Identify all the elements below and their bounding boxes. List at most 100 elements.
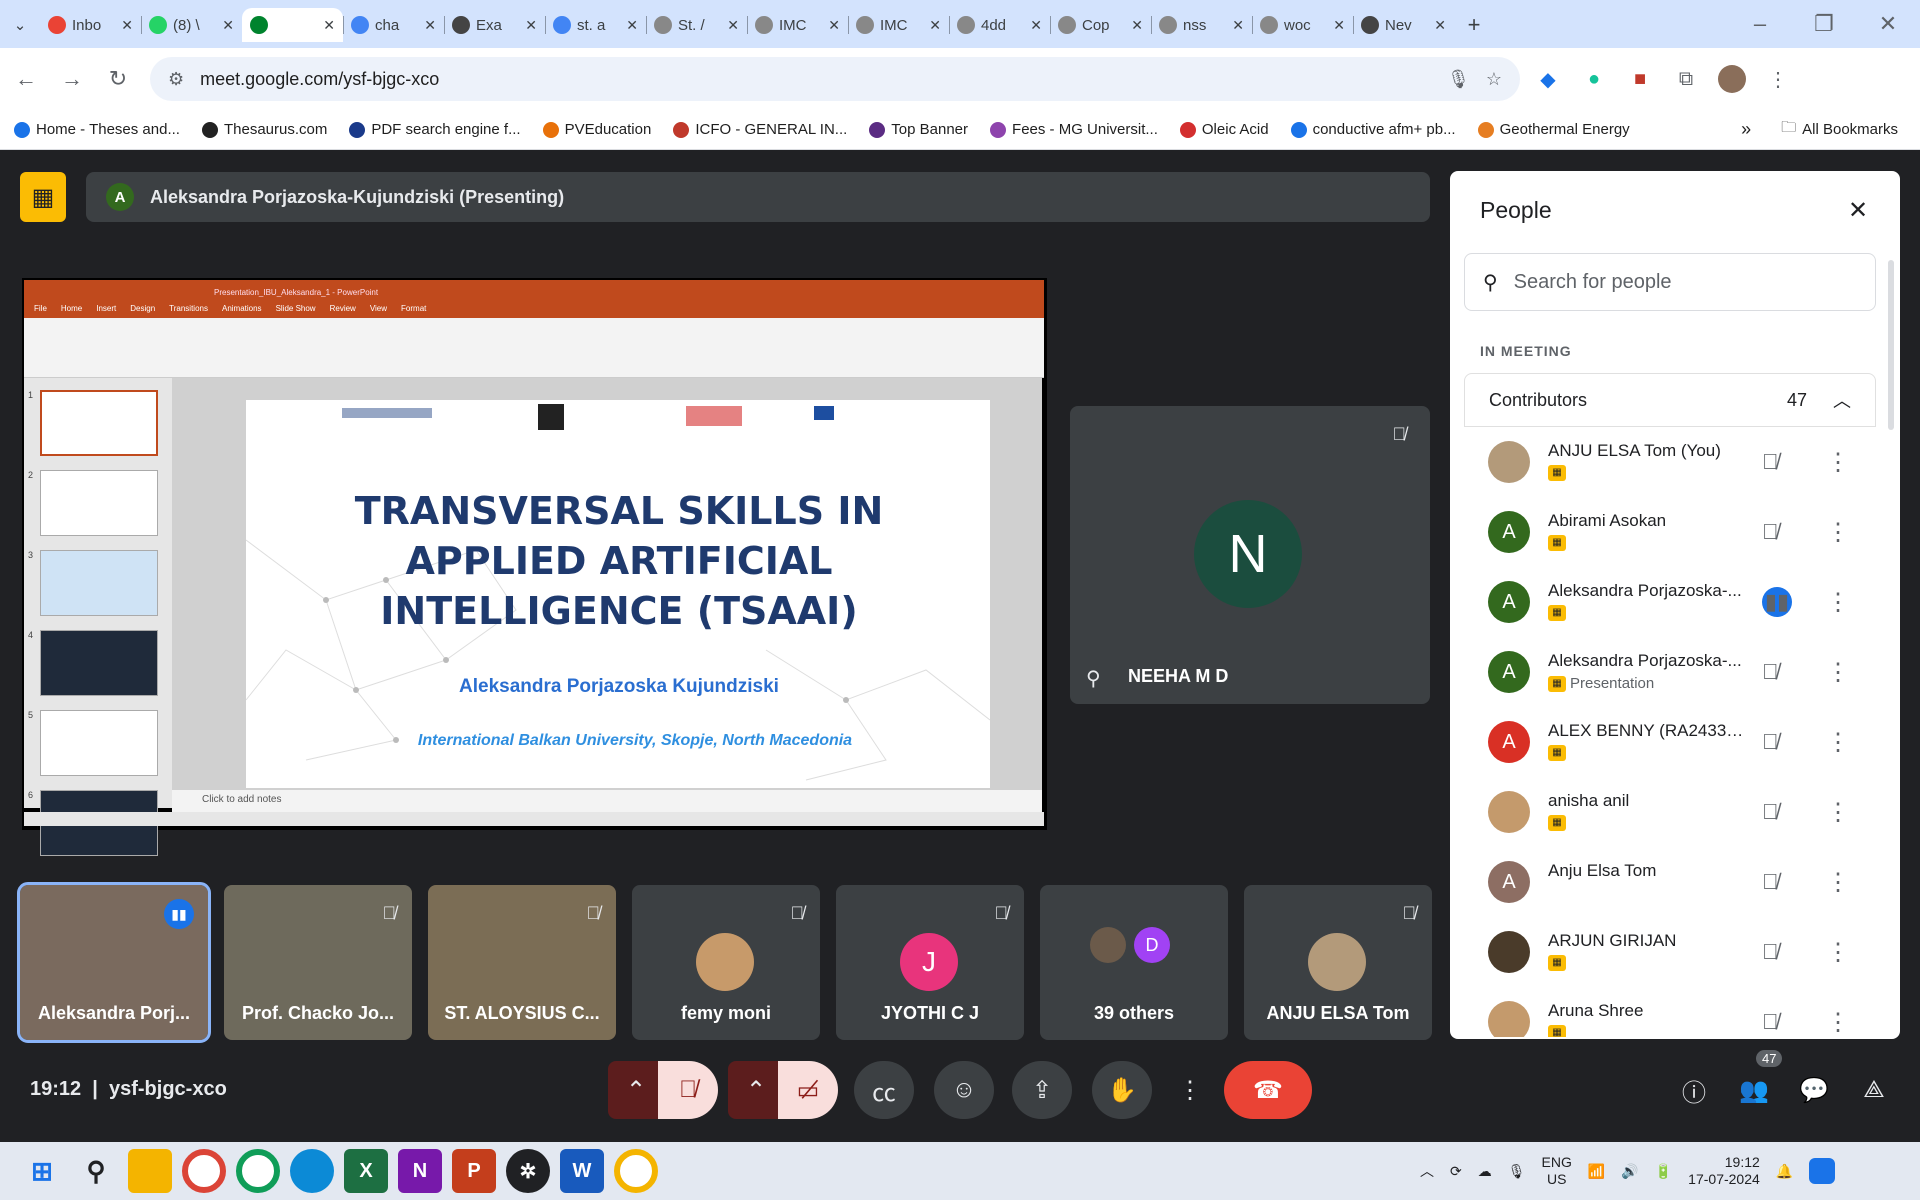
file-explorer-icon[interactable]: [128, 1149, 172, 1193]
participant-tile[interactable]: 🎙̸ J JYOTHI C J: [836, 885, 1024, 1040]
participant-row[interactable]: Aruna Shree ▦ 🎙̸ ⋮: [1464, 987, 1876, 1037]
mic-tray-icon[interactable]: 🎙: [1508, 1163, 1526, 1180]
participant-tile[interactable]: 🎙̸ femy moni: [632, 885, 820, 1040]
bookmark-item[interactable]: Fees - MG Universit...: [990, 121, 1158, 138]
meeting-details-icon[interactable]: ⓘ: [1674, 1070, 1714, 1110]
mendeley-icon[interactable]: ■: [1622, 61, 1658, 97]
participant-row[interactable]: A ALEX BENNY (RA243301... ▦ 🎙̸ ⋮: [1464, 707, 1876, 777]
activities-icon[interactable]: ⟁: [1854, 1070, 1894, 1110]
browser-tab[interactable]: IMC ✕: [848, 8, 949, 42]
tab-close-icon[interactable]: ✕: [1030, 17, 1042, 34]
site-info-icon[interactable]: ⚙: [168, 69, 184, 90]
more-options-icon[interactable]: ⋮: [1826, 658, 1850, 687]
chevron-up-tray-icon[interactable]: ︿: [1420, 1161, 1434, 1181]
raise-hand-button[interactable]: ✋: [1092, 1061, 1152, 1119]
tab-list-button[interactable]: ⌄: [0, 8, 40, 42]
more-options-icon[interactable]: ⋮: [1826, 448, 1850, 477]
browser-tab[interactable]: woc ✕: [1252, 8, 1353, 42]
browser-tab[interactable]: (8) \ ✕: [141, 8, 242, 42]
battery-icon[interactable]: 🔋: [1655, 1163, 1672, 1180]
browser-tab[interactable]: Cop ✕: [1050, 8, 1151, 42]
audio-options-button[interactable]: ⌃: [608, 1061, 664, 1119]
participant-tile[interactable]: 🎙̸ ANJU ELSA Tom: [1244, 885, 1432, 1040]
more-options-icon[interactable]: ⋮: [1826, 588, 1850, 617]
minimize-icon[interactable]: –: [1740, 4, 1780, 44]
bookmark-item[interactable]: Geothermal Energy: [1477, 121, 1630, 138]
cloud-icon[interactable]: ☁: [1478, 1163, 1492, 1180]
copilot-icon[interactable]: [1809, 1158, 1836, 1184]
bookmark-item[interactable]: ICFO - GENERAL IN...: [673, 121, 847, 138]
clock[interactable]: 19:12 17-07-2024: [1688, 1154, 1760, 1188]
browser-tab[interactable]: IMC ✕: [747, 8, 848, 42]
camera-off-notice-icon[interactable]: ▦: [20, 172, 66, 222]
grammarly-icon[interactable]: ●: [1576, 61, 1612, 97]
present-button[interactable]: ⇪: [1012, 1061, 1072, 1119]
browser-tab[interactable]: cha ✕: [343, 8, 444, 42]
sync-icon[interactable]: ⟳: [1450, 1163, 1462, 1180]
captions-button[interactable]: ㏄: [854, 1061, 914, 1119]
browser-tab[interactable]: 4dd ✕: [949, 8, 1050, 42]
tab-close-icon[interactable]: ✕: [727, 17, 739, 34]
chat-icon[interactable]: 💬: [1794, 1070, 1834, 1110]
tab-close-icon[interactable]: ✕: [323, 17, 335, 34]
tab-close-icon[interactable]: ✕: [1333, 17, 1345, 34]
mic-icon[interactable]: 🎙: [1447, 69, 1470, 90]
browser-tab[interactable]: nss ✕: [1151, 8, 1252, 42]
close-window-icon[interactable]: ✕: [1868, 4, 1908, 44]
forward-icon[interactable]: →: [52, 59, 92, 99]
more-bookmarks-icon[interactable]: »: [1741, 119, 1751, 140]
more-options-button[interactable]: ⋮: [1166, 1061, 1214, 1119]
bookmark-item[interactable]: conductive afm+ pb...: [1290, 121, 1456, 138]
bookmark-item[interactable]: Home - Theses and...: [14, 121, 180, 138]
extension-icon[interactable]: ◆: [1530, 61, 1566, 97]
video-options-button[interactable]: ⌃: [728, 1061, 784, 1119]
chrome-icon[interactable]: [182, 1149, 226, 1193]
restore-icon[interactable]: ❐: [1804, 4, 1844, 44]
powerpoint-icon[interactable]: P: [452, 1149, 496, 1193]
tab-close-icon[interactable]: ✕: [1131, 17, 1143, 34]
participant-row[interactable]: A Abirami Asokan ▦ 🎙̸ ⋮: [1464, 497, 1876, 567]
search-input[interactable]: ⚲ Search for people: [1464, 253, 1876, 311]
profile-avatar[interactable]: [1714, 61, 1750, 97]
openai-icon[interactable]: ✲: [506, 1149, 550, 1193]
wifi-icon[interactable]: 📶: [1588, 1163, 1605, 1180]
more-options-icon[interactable]: ⋮: [1826, 868, 1850, 897]
participant-row[interactable]: anisha anil ▦ 🎙̸ ⋮: [1464, 777, 1876, 847]
tab-close-icon[interactable]: ✕: [424, 17, 436, 34]
onenote-icon[interactable]: N: [398, 1149, 442, 1193]
participant-row[interactable]: ARJUN GIRIJAN ▦ 🎙̸ ⋮: [1464, 917, 1876, 987]
mic-toggle-button[interactable]: 🎙̸: [658, 1061, 718, 1119]
chrome-icon-2[interactable]: [236, 1149, 280, 1193]
star-icon[interactable]: ☆: [1486, 69, 1502, 90]
volume-icon[interactable]: 🔊: [1621, 1163, 1638, 1180]
tab-close-icon[interactable]: ✕: [525, 17, 537, 34]
participant-row[interactable]: A Anju Elsa Tom 🎙̸ ⋮: [1464, 847, 1876, 917]
participant-row[interactable]: ANJU ELSA Tom (You) ▦ 🎙̸ ⋮: [1464, 427, 1876, 497]
search-taskbar-icon[interactable]: ⚲: [74, 1149, 118, 1193]
tab-close-icon[interactable]: ✕: [828, 17, 840, 34]
tab-close-icon[interactable]: ✕: [222, 17, 234, 34]
browser-tab[interactable]: Inbo ✕: [40, 8, 141, 42]
participant-tile[interactable]: 🎙̸ Prof. Chacko Jo...: [224, 885, 412, 1040]
people-icon[interactable]: 👥: [1734, 1070, 1774, 1110]
browser-tab[interactable]: ✕: [242, 8, 343, 42]
browser-tab[interactable]: Nev ✕: [1353, 8, 1454, 42]
word-icon[interactable]: W: [560, 1149, 604, 1193]
new-tab-button[interactable]: +: [1454, 8, 1494, 42]
tab-close-icon[interactable]: ✕: [626, 17, 638, 34]
excel-icon[interactable]: X: [344, 1149, 388, 1193]
reload-icon[interactable]: ↻: [98, 59, 138, 99]
leave-call-button[interactable]: ☎: [1224, 1061, 1312, 1119]
all-bookmarks[interactable]: 🗀 All Bookmarks: [1781, 117, 1898, 142]
extensions-puzzle-icon[interactable]: ⧉: [1668, 61, 1704, 97]
panel-scrollbar[interactable]: [1888, 260, 1894, 430]
participant-row[interactable]: A Aleksandra Porjazoska-... ▦ Presentation 🎙…: [1464, 637, 1876, 707]
menu-icon[interactable]: ⋮: [1760, 61, 1796, 97]
edge-icon[interactable]: [290, 1149, 334, 1193]
close-icon[interactable]: ✕: [1848, 196, 1868, 225]
more-options-icon[interactable]: ⋮: [1826, 798, 1850, 827]
more-options-icon[interactable]: ⋮: [1826, 728, 1850, 757]
participant-tile[interactable]: ▮▮ Aleksandra Porj...: [17, 882, 211, 1043]
chevron-up-icon[interactable]: ︿: [1833, 387, 1851, 413]
browser-tab[interactable]: st. a ✕: [545, 8, 646, 42]
